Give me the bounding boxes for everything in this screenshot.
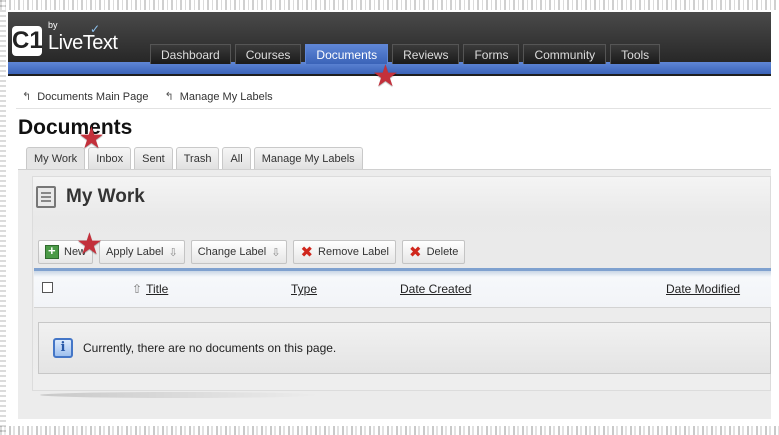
empty-state-message: i Currently, there are no documents on t… <box>38 322 771 374</box>
delete-button[interactable]: ✖ Delete <box>401 240 466 264</box>
livetext-logo[interactable]: C1 by ✓ LiveText <box>12 20 140 60</box>
apply-label-text: Apply Label <box>106 246 164 258</box>
breadcrumb-manage-labels[interactable]: ↰ Manage My Labels <box>164 90 273 104</box>
nav-tab-dashboard[interactable]: Dashboard <box>150 44 231 64</box>
delete-text: Delete <box>426 246 459 258</box>
section-header: My Work <box>36 186 145 208</box>
nav-tab-reviews[interactable]: Reviews <box>392 44 460 64</box>
column-title-label: Title <box>146 282 169 296</box>
tab-all[interactable]: All <box>222 147 251 169</box>
breadcrumb: ↰ Documents Main Page ↰ Manage My Labels <box>22 90 273 104</box>
breadcrumb-label: Manage My Labels <box>179 90 273 103</box>
sort-up-icon: ⇧ <box>132 282 143 296</box>
apply-label-button[interactable]: Apply Label ⇩ <box>99 240 185 264</box>
document-tabs: My Work Inbox Sent Trash All Manage My L… <box>26 147 363 169</box>
red-x-icon: ✖ <box>300 243 314 261</box>
nav-tab-courses[interactable]: Courses <box>234 44 302 64</box>
breadcrumb-documents-main[interactable]: ↰ Documents Main Page <box>22 90 149 104</box>
arrow-down-icon: ⇩ <box>168 246 178 259</box>
change-label-button[interactable]: Change Label ⇩ <box>190 240 288 264</box>
documents-table-header: ⇧ Title Type Date Created Date Modified <box>34 268 771 308</box>
logo-by-text: by <box>48 20 58 30</box>
column-date-modified-header[interactable]: Date Modified <box>666 282 740 296</box>
screenshot-frame: C1 by ✓ LiveText Dashboard Courses Docum… <box>0 0 779 435</box>
nav-tab-forms[interactable]: Forms <box>463 44 520 64</box>
empty-state-text: Currently, there are no documents on thi… <box>83 341 337 355</box>
tab-sent[interactable]: Sent <box>134 147 173 169</box>
tab-trash[interactable]: Trash <box>175 147 220 169</box>
annotation-star-icon: ★ <box>76 228 103 261</box>
page-title: Documents <box>18 116 133 139</box>
change-label-text: Change Label <box>197 246 267 258</box>
column-type-header[interactable]: Type <box>291 282 317 296</box>
red-x-icon: ✖ <box>408 243 422 261</box>
remove-label-text: Remove Label <box>318 246 389 258</box>
breadcrumb-label: Documents Main Page <box>37 90 149 103</box>
main-nav: Dashboard Courses Documents Reviews Form… <box>150 44 661 64</box>
arrow-down-icon: ⇩ <box>271 246 281 259</box>
column-date-created-header[interactable]: Date Created <box>400 282 471 296</box>
tab-my-work[interactable]: My Work <box>26 147 86 169</box>
document-icon <box>36 186 56 208</box>
nav-tab-tools[interactable]: Tools <box>610 44 661 64</box>
torn-edge-top <box>0 0 779 10</box>
logo-c1-mark: C1 <box>12 26 43 56</box>
torn-edge-left <box>0 0 6 435</box>
tab-manage-my-labels[interactable]: Manage My Labels <box>253 147 363 169</box>
info-icon: i <box>53 338 73 358</box>
section-title: My Work <box>66 186 145 207</box>
new-document-icon <box>45 243 59 259</box>
nav-tab-community[interactable]: Community <box>523 44 607 64</box>
breadcrumb-arrow-icon: ↰ <box>22 91 32 103</box>
remove-label-button[interactable]: ✖ Remove Label <box>293 240 396 264</box>
breadcrumb-divider <box>16 108 771 109</box>
select-all-checkbox[interactable] <box>42 282 53 293</box>
breadcrumb-arrow-icon: ↰ <box>164 91 174 103</box>
annotation-star-icon: ★ <box>78 122 105 155</box>
torn-edge-bottom <box>0 426 779 435</box>
panel-shadow <box>40 392 320 398</box>
annotation-star-icon: ★ <box>372 60 399 93</box>
column-title-header[interactable]: ⇧ Title <box>132 282 168 296</box>
logo-brand-text: LiveText <box>48 32 118 54</box>
